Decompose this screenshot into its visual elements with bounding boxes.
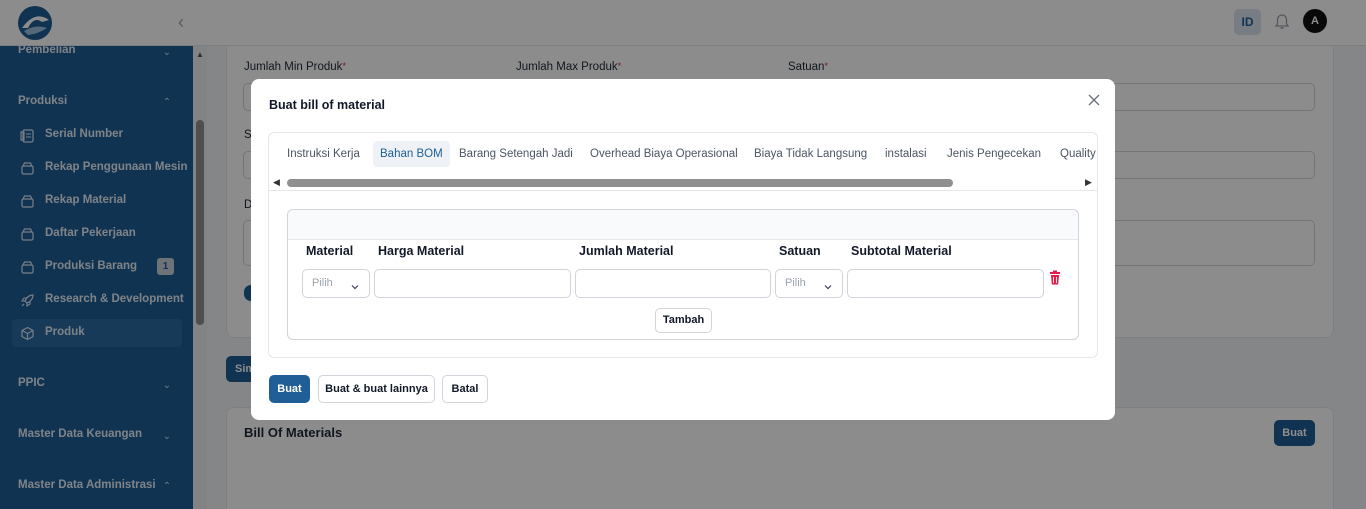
tab-jenis-pengecekan[interactable]: Jenis Pengecekan <box>940 141 1048 167</box>
satuan-placeholder: Pilih <box>785 277 806 289</box>
bom-material-table: Material Harga Material Jumlah Material … <box>287 209 1079 340</box>
chevron-down-icon <box>350 279 360 290</box>
tabs-scrollbar[interactable]: ◀ ▶ <box>269 175 1097 189</box>
divider <box>269 190 1097 191</box>
modal-title: Buat bill of material <box>269 98 385 112</box>
scroll-right-arrow-icon[interactable]: ▶ <box>1085 177 1092 188</box>
create-button[interactable]: Buat <box>269 375 310 403</box>
material-select[interactable]: Pilih <box>302 269 370 298</box>
tab-barang-setengah-jadi[interactable]: Barang Setengah Jadi <box>452 141 580 167</box>
column-header-harga-material: Harga Material <box>378 244 465 258</box>
create-and-another-button[interactable]: Buat & buat lainnya <box>318 375 435 403</box>
tabs-card: Instruksi Kerja Bahan BOM Barang Setenga… <box>268 132 1098 358</box>
material-placeholder: Pilih <box>312 277 333 289</box>
tab-list: Instruksi Kerja Bahan BOM Barang Setenga… <box>269 133 1097 173</box>
tab-quality[interactable]: Quality <box>1053 141 1097 167</box>
tab-instruksi-kerja[interactable]: Instruksi Kerja <box>280 141 367 167</box>
column-header-satuan: Satuan <box>779 244 821 258</box>
delete-row-trash-icon[interactable] <box>1048 270 1062 286</box>
jumlah-material-input[interactable] <box>575 269 771 298</box>
scroll-left-arrow-icon[interactable]: ◀ <box>273 177 280 188</box>
cancel-button[interactable]: Batal <box>442 375 488 403</box>
tab-bahan-bom[interactable]: Bahan BOM <box>373 141 450 167</box>
harga-material-input[interactable] <box>374 269 571 298</box>
add-row-button[interactable]: Tambah <box>655 308 712 333</box>
column-header-material: Material <box>306 244 354 258</box>
tab-biaya-tidak-langsung[interactable]: Biaya Tidak Langsung <box>747 141 874 167</box>
close-icon[interactable] <box>1086 92 1102 108</box>
column-header-jumlah-material: Jumlah Material <box>579 244 674 258</box>
column-header-subtotal-material: Subtotal Material <box>851 244 952 258</box>
chevron-down-icon <box>823 279 833 290</box>
tab-instalasi[interactable]: instalasi <box>878 141 934 167</box>
tabs-scrollbar-thumb[interactable] <box>287 179 953 187</box>
tab-overhead-biaya-operasional[interactable]: Overhead Biaya Operasional <box>583 141 745 167</box>
create-bom-modal: Buat bill of material Instruksi Kerja Ba… <box>251 79 1115 420</box>
table-header-bar <box>288 210 1078 240</box>
subtotal-material-input[interactable] <box>847 269 1044 298</box>
satuan-select[interactable]: Pilih <box>775 269 843 298</box>
